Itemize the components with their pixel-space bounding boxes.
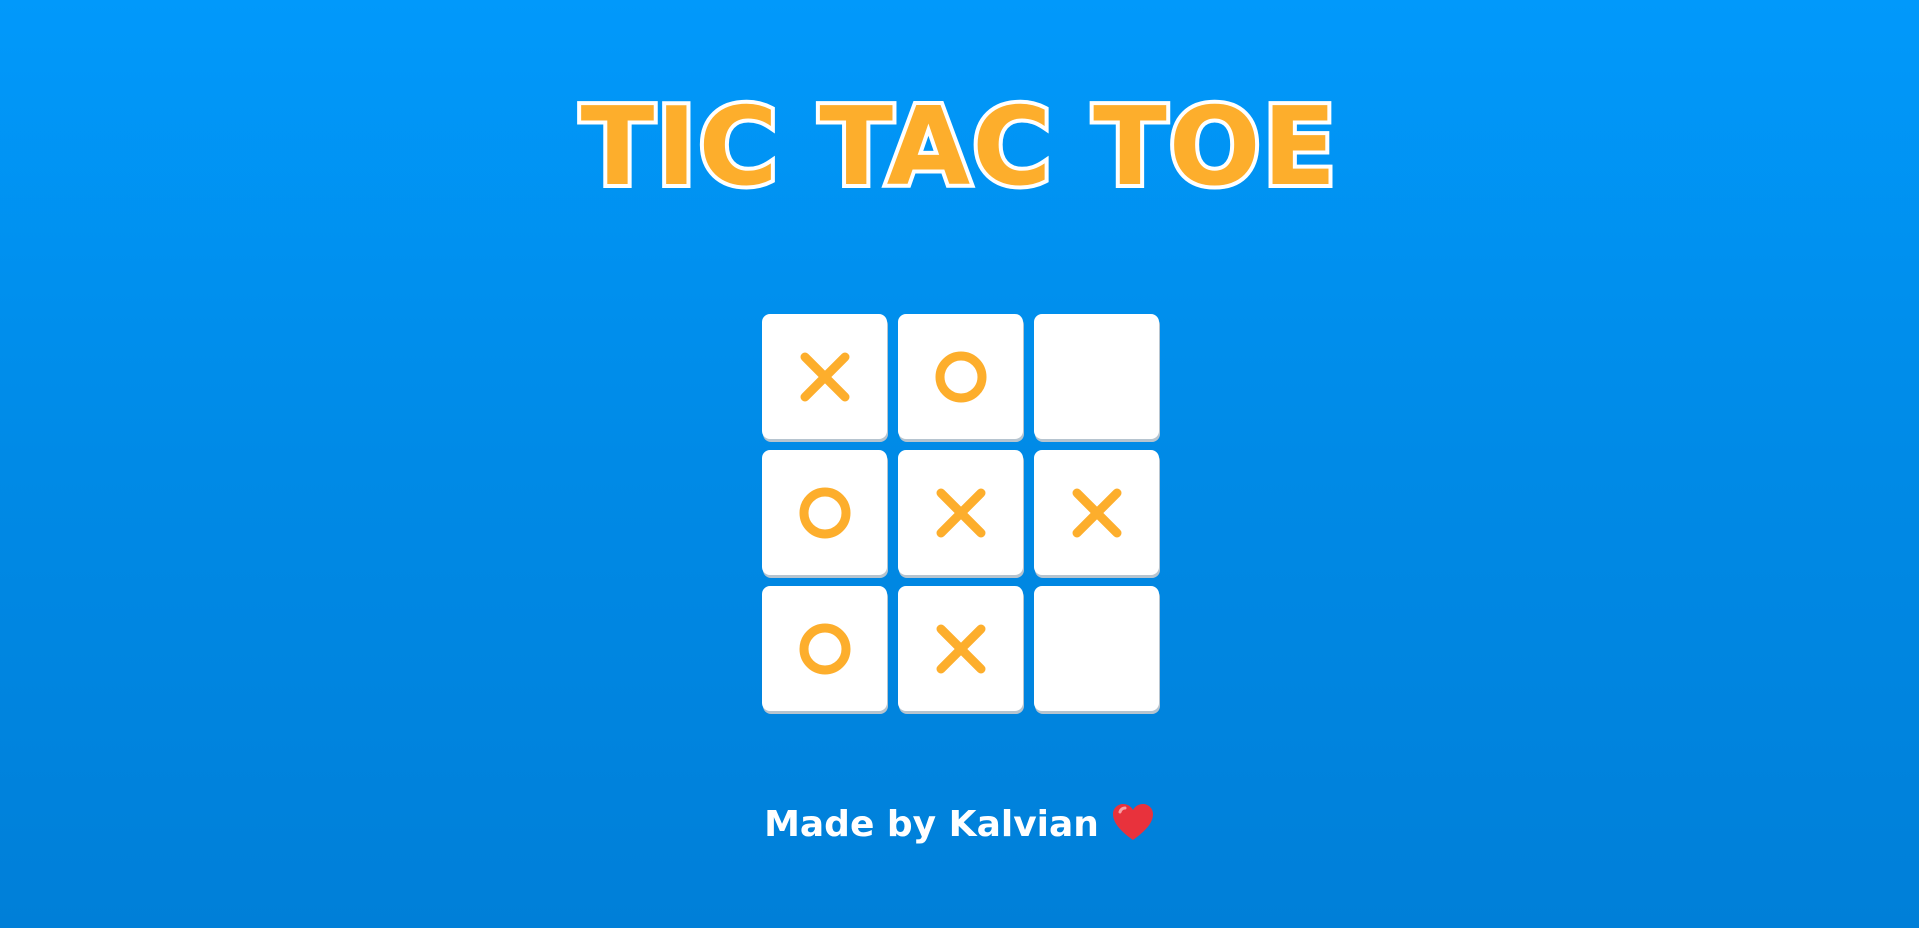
game-board (762, 314, 1160, 712)
board-cell-4[interactable] (762, 450, 887, 575)
x-mark-icon (1072, 488, 1121, 537)
x-mark-icon (800, 352, 849, 401)
board-cell-7[interactable] (762, 586, 887, 711)
game-title: TIC TAC TOE (577, 84, 1341, 212)
board-cell-2[interactable] (898, 314, 1023, 439)
footer-credit: Made by Kalvian (0, 800, 1919, 850)
heart-icon (1112, 804, 1153, 840)
o-mark-icon (799, 487, 850, 538)
o-mark-icon (799, 623, 850, 674)
footer-text: Made by Kalvian (764, 804, 1099, 845)
board-cell-5[interactable] (898, 450, 1023, 575)
x-mark-icon (936, 624, 985, 673)
board-cell-6[interactable] (1034, 450, 1159, 575)
board-cell-3[interactable] (1034, 314, 1159, 439)
o-mark-icon (935, 351, 986, 402)
board-cell-8[interactable] (898, 586, 1023, 711)
board-cell-1[interactable] (762, 314, 887, 439)
board-cell-9[interactable] (1034, 586, 1159, 711)
x-mark-icon (936, 488, 985, 537)
